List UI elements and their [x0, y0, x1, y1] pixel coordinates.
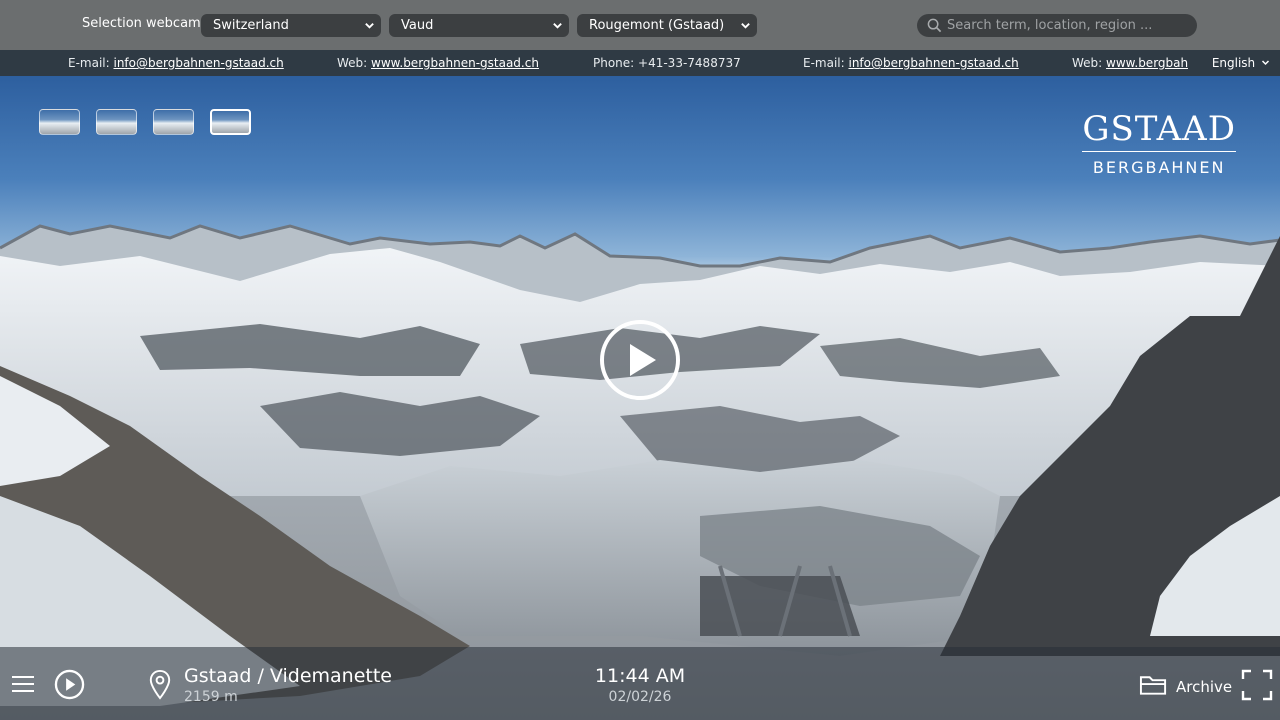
email-link[interactable]: info@bergbahnen-gstaad.ch — [113, 56, 283, 70]
ticker-phone: Phone: +41-33-7488737 — [593, 56, 741, 70]
chevron-down-icon — [1261, 60, 1270, 66]
ticker-web-label: Web: — [1072, 56, 1107, 70]
image-date: 02/02/26 — [608, 689, 672, 705]
search-input[interactable] — [947, 18, 1187, 33]
place-select-value: Rougemont (Gstaad) — [589, 18, 725, 33]
language-label: English — [1211, 56, 1256, 70]
camera-name: Gstaad / Videmanette — [184, 665, 392, 687]
folder-icon[interactable] — [1139, 673, 1168, 697]
contact-ticker: E-mail: info@bergbahnen-gstaad.ch Web: w… — [0, 50, 1280, 76]
selection-label: Selection webcam: — [82, 16, 206, 31]
search-icon — [927, 18, 942, 33]
camera-thumbnail-active[interactable] — [210, 109, 251, 135]
hamburger-menu-icon[interactable] — [12, 675, 34, 693]
fullscreen-icon[interactable] — [1241, 669, 1273, 701]
place-select[interactable]: Rougemont (Gstaad) — [577, 14, 757, 37]
image-time: 11:44 AM — [594, 665, 686, 687]
logo-divider — [1082, 151, 1236, 152]
map-pin-icon — [149, 669, 171, 700]
camera-thumbnails — [39, 109, 251, 135]
ticker-email: E-mail: info@bergbahnen-gstaad.ch — [68, 56, 284, 70]
camera-altitude: 2159 m — [184, 689, 238, 705]
chevron-down-icon — [365, 23, 374, 29]
country-select[interactable]: Switzerland — [201, 14, 381, 37]
ticker-email: E-mail: info@bergbahnen-gstaad.ch — [803, 56, 1019, 70]
chevron-down-icon — [741, 23, 750, 29]
play-timelapse-button[interactable] — [600, 320, 680, 400]
camera-thumbnail[interactable] — [39, 109, 80, 135]
country-select-value: Switzerland — [213, 18, 289, 33]
region-select[interactable]: Vaud — [389, 14, 569, 37]
web-link[interactable]: www.bergbahnen-gstaad.ch — [371, 56, 539, 70]
ticker-web: Web: www.bergbahne — [1072, 56, 1203, 70]
play-icon — [630, 344, 656, 376]
camera-thumbnail[interactable] — [153, 109, 194, 135]
camera-thumbnail[interactable] — [96, 109, 137, 135]
chevron-down-icon — [553, 23, 562, 29]
gstaad-logo[interactable]: GSTAAD BERGBAHNEN — [1082, 110, 1236, 177]
logo-line2: BERGBAHNEN — [1092, 158, 1226, 177]
language-select[interactable]: English — [1212, 56, 1270, 70]
webcam-selection-bar: Selection webcam: Switzerland Vaud Rouge… — [0, 0, 1280, 50]
ticker-email-label: E-mail: — [803, 56, 849, 70]
archive-button[interactable]: Archive — [1176, 678, 1232, 696]
email-link[interactable]: info@bergbahnen-gstaad.ch — [848, 56, 1018, 70]
webcam-image[interactable]: GSTAAD BERGBAHNEN — [0, 76, 1280, 720]
ticker-web-label: Web: — [337, 56, 372, 70]
logo-line1: GSTAAD — [1082, 109, 1236, 149]
bottom-control-bar: Gstaad / Videmanette 2159 m 11:44 AM 02/… — [0, 647, 1280, 720]
search-box[interactable] — [917, 14, 1197, 37]
region-select-value: Vaud — [401, 18, 434, 33]
ticker-email-label: E-mail: — [68, 56, 114, 70]
ticker-web: Web: www.bergbahnen-gstaad.ch — [337, 56, 539, 70]
play-icon[interactable] — [54, 669, 85, 700]
